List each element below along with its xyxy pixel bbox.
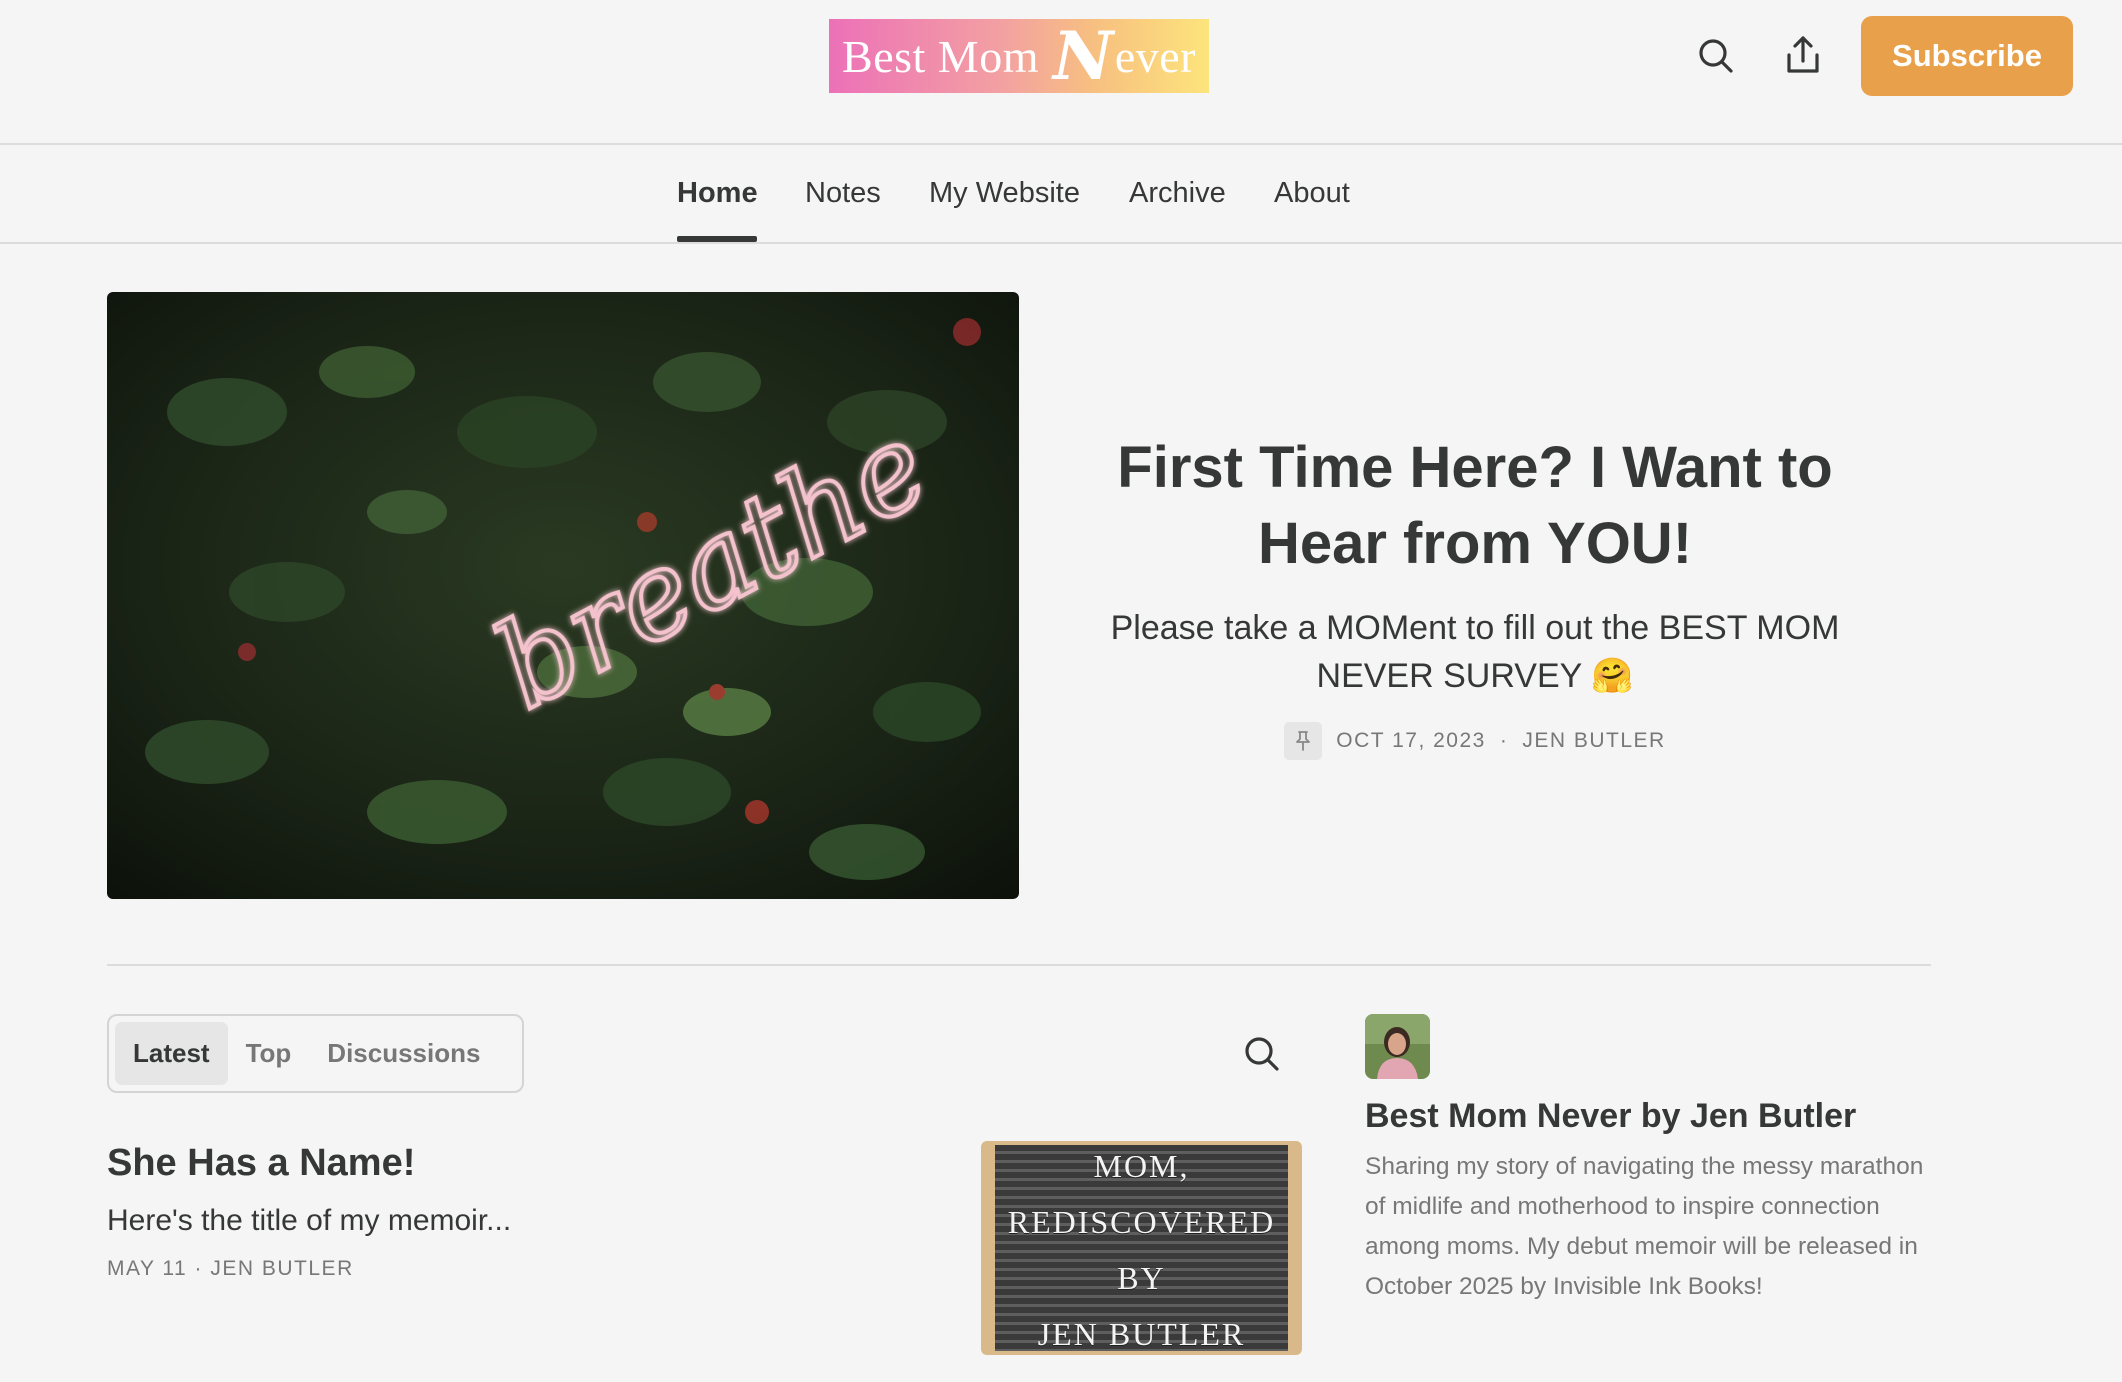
pin-icon: [1284, 722, 1323, 760]
featured-post: First Time Here? I Want to Hear from YOU…: [1090, 430, 1860, 760]
section-divider: [107, 964, 1931, 966]
top-bar: Best Mom Never Subscribe: [0, 0, 2122, 145]
meta-separator: ·: [1499, 729, 1509, 752]
search-button[interactable]: [1686, 26, 1746, 86]
meta-separator: ·: [194, 1257, 211, 1280]
board-line: BY: [1117, 1260, 1166, 1296]
nav-my-website[interactable]: My Website: [929, 145, 1080, 242]
post-thumbnail[interactable]: MOM, REDISCOVERED BY JEN BUTLER: [981, 1141, 1302, 1355]
featured-post-date: OCT 17, 2023: [1336, 729, 1486, 752]
featured-post-meta: OCT 17, 2023 · JEN BUTLER: [1090, 722, 1860, 760]
letter-board-image: MOM, REDISCOVERED BY JEN BUTLER: [995, 1145, 1288, 1351]
featured-post-image[interactable]: breathe: [107, 292, 1019, 899]
main-nav: Home Notes My Website Archive About: [0, 145, 2122, 244]
nav-home[interactable]: Home: [677, 145, 758, 242]
post-meta: MAY 11 · JEN BUTLER: [107, 1257, 354, 1281]
tab-latest[interactable]: Latest: [115, 1022, 228, 1085]
board-line: REDISCOVERED: [1007, 1204, 1276, 1240]
post-title[interactable]: She Has a Name!: [107, 1142, 415, 1185]
tab-top[interactable]: Top: [228, 1022, 310, 1085]
publication-logo[interactable]: Best Mom Never: [829, 19, 1209, 93]
logo-text-1: Best Mom: [842, 30, 1039, 82]
share-icon: [1787, 36, 1819, 73]
tab-discussions[interactable]: Discussions: [309, 1022, 498, 1085]
search-icon: [1699, 39, 1733, 73]
feed-tabs: Latest Top Discussions: [107, 1014, 524, 1093]
nav-archive[interactable]: Archive: [1129, 145, 1226, 242]
post-subtitle: Here's the title of my memoir...: [107, 1204, 512, 1237]
publication-description: Sharing my story of navigating the messy…: [1365, 1153, 1924, 1300]
board-line: JEN BUTLER: [1037, 1316, 1246, 1352]
board-line: MOM,: [1093, 1148, 1190, 1184]
featured-post-author[interactable]: JEN BUTLER: [1522, 729, 1665, 753]
post-date: MAY 11: [107, 1257, 188, 1280]
foliage-image: breathe: [107, 292, 1019, 899]
author-avatar[interactable]: [1365, 1014, 1430, 1079]
featured-post-title[interactable]: First Time Here? I Want to Hear from YOU…: [1090, 430, 1860, 582]
post-author[interactable]: JEN BUTLER: [210, 1257, 353, 1280]
featured-post-subtitle: Please take a MOMent to fill out the BES…: [1110, 609, 1840, 695]
logo-accent-letter: N: [1052, 17, 1114, 95]
feed-search-button[interactable]: [1232, 1024, 1292, 1084]
share-button[interactable]: [1773, 25, 1833, 85]
search-icon: [1245, 1037, 1279, 1071]
publication-name[interactable]: Best Mom Never by Jen Butler: [1365, 1097, 1856, 1136]
subscribe-button[interactable]: Subscribe: [1861, 16, 2073, 96]
logo-text-2: ever: [1114, 30, 1196, 82]
nav-about[interactable]: About: [1274, 145, 1350, 242]
nav-active-indicator: [677, 236, 757, 242]
nav-notes[interactable]: Notes: [805, 145, 881, 242]
